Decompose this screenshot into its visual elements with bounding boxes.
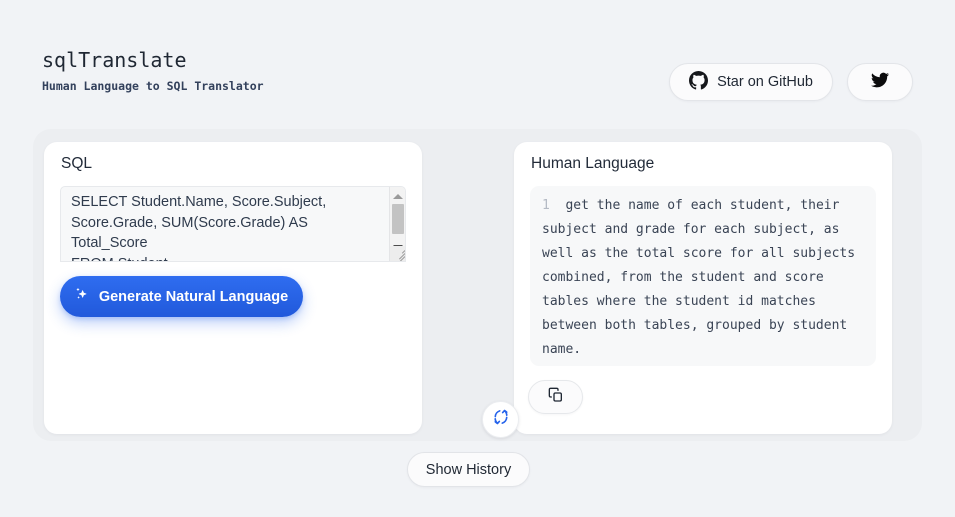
sql-panel-label: SQL xyxy=(61,155,93,172)
copy-output-button[interactable] xyxy=(528,380,583,414)
header-actions: Star on GitHub xyxy=(669,63,913,101)
app-root: sqlTranslate Human Language to SQL Trans… xyxy=(0,0,955,517)
output-card: Human Language 1 get the name of each st… xyxy=(514,142,892,434)
github-icon xyxy=(689,70,709,94)
sparkle-icon xyxy=(75,287,90,306)
star-on-github-label: Star on GitHub xyxy=(717,74,813,90)
output-line-number: 1 xyxy=(542,198,566,213)
copy-icon xyxy=(548,387,564,408)
swap-arrows-icon xyxy=(492,408,510,431)
scrollbar-thumb[interactable] xyxy=(392,204,404,234)
app-header: sqlTranslate Human Language to SQL Trans… xyxy=(42,48,913,104)
output-text-value: get the name of each student, their subj… xyxy=(542,198,863,357)
show-history-label: Show History xyxy=(425,461,512,478)
sql-input-scrollbar[interactable] xyxy=(389,187,405,261)
output-text-body: 1 get the name of each student, their su… xyxy=(542,194,864,362)
translator-shell: SQL SELECT Student.Name, Score.Subject, … xyxy=(33,129,922,441)
swap-direction-button[interactable] xyxy=(482,401,519,438)
sql-card: SQL SELECT Student.Name, Score.Subject, … xyxy=(44,142,422,434)
twitter-icon xyxy=(871,71,890,94)
page-title: sqlTranslate xyxy=(42,48,187,72)
sql-input-value: SELECT Student.Name, Score.Subject, Scor… xyxy=(71,194,327,261)
sql-input[interactable]: SELECT Student.Name, Score.Subject, Scor… xyxy=(60,186,406,262)
scroll-up-arrow-icon[interactable] xyxy=(390,189,405,203)
output-text-area[interactable]: 1 get the name of each student, their su… xyxy=(530,186,876,366)
resize-grip-icon[interactable] xyxy=(390,246,405,261)
show-history-button[interactable]: Show History xyxy=(407,452,530,487)
brand: sqlTranslate Human Language to SQL Trans… xyxy=(42,48,264,94)
twitter-button[interactable] xyxy=(847,63,913,101)
page-subtitle: Human Language to SQL Translator xyxy=(42,79,264,93)
generate-button-label: Generate Natural Language xyxy=(98,288,289,305)
output-panel-label: Human Language xyxy=(531,155,655,172)
generate-natural-language-button[interactable]: Generate Natural Language xyxy=(60,276,303,317)
star-on-github-button[interactable]: Star on GitHub xyxy=(669,63,833,101)
